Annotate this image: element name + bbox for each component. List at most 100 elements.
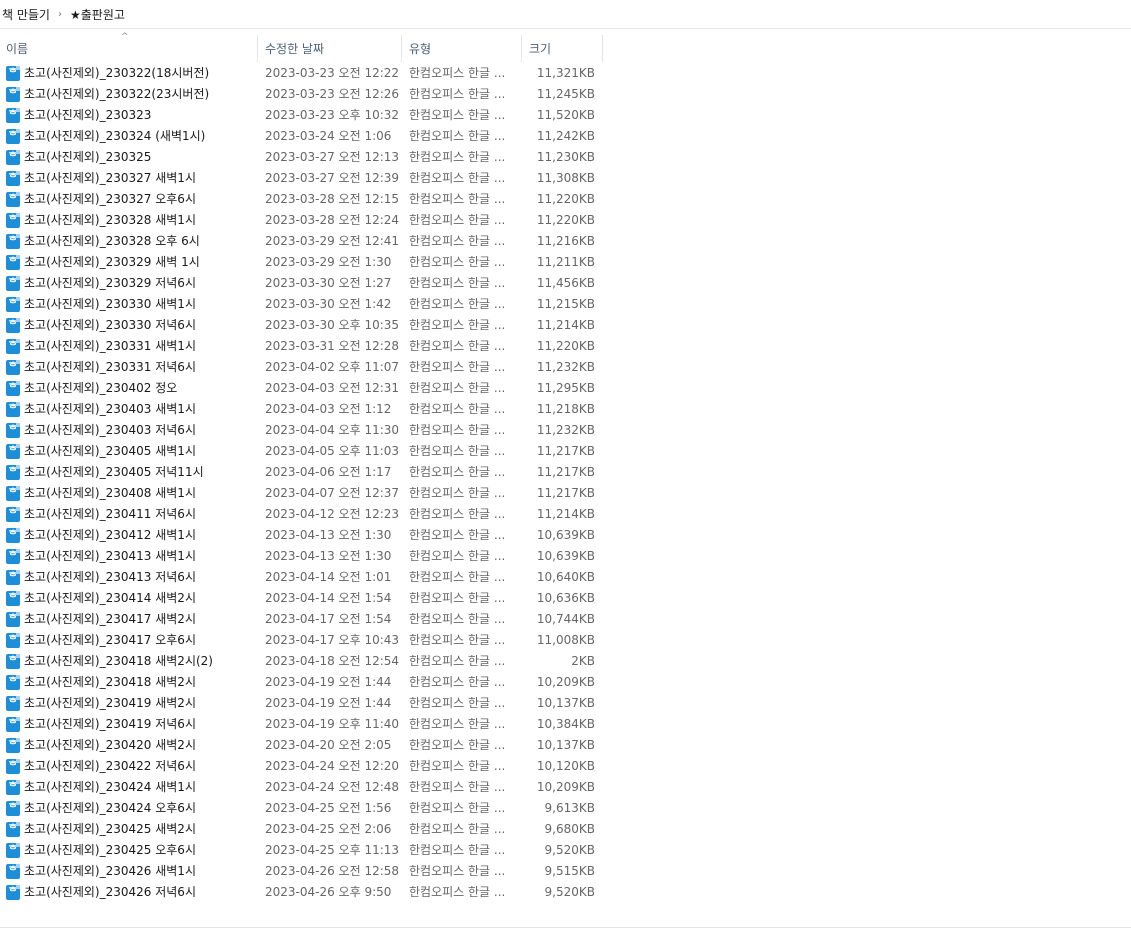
file-size: 11,217KB (536, 444, 595, 458)
file-row[interactable]: ᄒ 초고(사진제외)_230402 정오 2023-04-03 오전 12:31 한컴… (0, 378, 603, 399)
file-name: 초고(사진제외)_230329 저녁6시 (24, 276, 196, 290)
file-type: 한컴오피스 한글 ... (409, 486, 506, 500)
file-row[interactable]: ᄒ 초고(사진제외)_230425 새벽2시 2023-04-25 오전 2:06 한… (0, 819, 603, 840)
file-size: 11,214KB (536, 507, 595, 521)
file-row[interactable]: ᄒ 초고(사진제외)_230331 새벽1시 2023-03-31 오전 12:28… (0, 336, 603, 357)
file-name: 초고(사진제외)_230402 정오 (24, 381, 178, 395)
file-date: 2023-03-27 오전 12:39 (265, 171, 400, 185)
file-row[interactable]: ᄒ 초고(사진제외)_230328 오후 6시 2023-03-29 오전 12:4… (0, 231, 603, 252)
file-size: 9,515KB (544, 864, 595, 878)
hwp-document-icon: ᄒ (6, 213, 20, 228)
file-row[interactable]: ᄒ 초고(사진제외)_230403 새벽1시 2023-04-03 오전 1:12 한… (0, 399, 603, 420)
file-size: 11,242KB (536, 129, 595, 143)
file-row[interactable]: ᄒ 초고(사진제외)_230322(23시버전) 2023-03-23 오전 12:… (0, 84, 603, 105)
hwp-document-icon: ᄒ (6, 444, 20, 459)
file-row[interactable]: ᄒ 초고(사진제외)_230405 저녁11시 2023-04-06 오전 1:17… (0, 462, 603, 483)
hwp-document-icon: ᄒ (6, 402, 20, 417)
hwp-document-icon: ᄒ (6, 360, 20, 375)
file-date: 2023-04-02 오후 11:07 (265, 360, 400, 374)
file-row[interactable]: ᄒ 초고(사진제외)_230324 (새벽1시) 2023-03-24 오전 1:0… (0, 126, 603, 147)
file-name: 초고(사진제외)_230403 새벽1시 (24, 402, 196, 416)
file-row[interactable]: ᄒ 초고(사진제외)_230325 2023-03-27 오전 12:13 한컴오피스… (0, 147, 603, 168)
file-size: 10,744KB (536, 612, 595, 626)
file-size: 10,636KB (536, 591, 595, 605)
file-date: 2023-04-05 오후 11:03 (265, 444, 400, 458)
hwp-document-icon: ᄒ (6, 591, 20, 606)
file-row[interactable]: ᄒ 초고(사진제외)_230425 오후6시 2023-04-25 오후 11:13… (0, 840, 603, 861)
file-name: 초고(사진제외)_230418 새벽2시(2) (24, 654, 213, 668)
file-row[interactable]: ᄒ 초고(사진제외)_230426 새벽1시 2023-04-26 오전 12:58… (0, 861, 603, 882)
file-size: 11,220KB (536, 213, 595, 227)
breadcrumb-item-book[interactable]: 책 만들기 (0, 6, 52, 23)
file-row[interactable]: ᄒ 초고(사진제외)_230422 저녁6시 2023-04-24 오전 12:20… (0, 756, 603, 777)
file-row[interactable]: ᄒ 초고(사진제외)_230330 저녁6시 2023-03-30 오후 10:35… (0, 315, 603, 336)
file-row[interactable]: ᄒ 초고(사진제외)_230413 저녁6시 2023-04-14 오전 1:01 한… (0, 567, 603, 588)
file-row[interactable]: ᄒ 초고(사진제외)_230330 새벽1시 2023-03-30 오전 1:42 한… (0, 294, 603, 315)
file-row[interactable]: ᄒ 초고(사진제외)_230424 새벽1시 2023-04-24 오전 12:48… (0, 777, 603, 798)
file-row[interactable]: ᄒ 초고(사진제외)_230426 저녁6시 2023-04-26 오후 9:50 한… (0, 882, 603, 903)
file-date: 2023-04-17 오후 10:43 (265, 633, 400, 647)
file-row[interactable]: ᄒ 초고(사진제외)_230411 저녁6시 2023-04-12 오전 12:23… (0, 504, 603, 525)
file-size: 11,008KB (536, 633, 595, 647)
file-name: 초고(사진제외)_230414 새벽2시 (24, 591, 196, 605)
file-row[interactable]: ᄒ 초고(사진제외)_230328 새벽1시 2023-03-28 오전 12:24… (0, 210, 603, 231)
hwp-document-icon: ᄒ (6, 885, 20, 900)
file-row[interactable]: ᄒ 초고(사진제외)_230413 새벽1시 2023-04-13 오전 1:30 한… (0, 546, 603, 567)
breadcrumb-item-manuscript[interactable]: ★출판원고 (68, 6, 127, 23)
file-size: 11,218KB (536, 402, 595, 416)
file-row[interactable]: ᄒ 초고(사진제외)_230419 저녁6시 2023-04-19 오후 11:40… (0, 714, 603, 735)
file-date: 2023-03-30 오전 1:42 (265, 297, 392, 311)
chevron-right-icon[interactable]: › (58, 9, 62, 20)
hwp-document-icon: ᄒ (6, 738, 20, 753)
file-row[interactable]: ᄒ 초고(사진제외)_230418 새벽2시 2023-04-19 오전 1:44 한… (0, 672, 603, 693)
column-header-date[interactable]: 수정한 날짜 (259, 35, 402, 62)
file-size: 9,613KB (544, 801, 595, 815)
file-type: 한컴오피스 한글 ... (409, 276, 506, 290)
file-row[interactable]: ᄒ 초고(사진제외)_230418 새벽2시(2) 2023-04-18 오전 12… (0, 651, 603, 672)
file-type: 한컴오피스 한글 ... (409, 318, 506, 332)
file-name: 초고(사진제외)_230411 저녁6시 (24, 507, 196, 521)
file-row[interactable]: ᄒ 초고(사진제외)_230417 오후6시 2023-04-17 오후 10:43… (0, 630, 603, 651)
file-date: 2023-04-19 오전 1:44 (265, 675, 392, 689)
file-name: 초고(사진제외)_230424 오후6시 (24, 801, 196, 815)
file-name: 초고(사진제외)_230322(23시버전) (24, 87, 210, 101)
hwp-document-icon: ᄒ (6, 171, 20, 186)
hwp-document-icon: ᄒ (6, 759, 20, 774)
file-name: 초고(사진제외)_230425 오후6시 (24, 843, 196, 857)
file-row[interactable]: ᄒ 초고(사진제외)_230419 새벽2시 2023-04-19 오전 1:44 한… (0, 693, 603, 714)
file-row[interactable]: ᄒ 초고(사진제외)_230405 새벽1시 2023-04-05 오후 11:03… (0, 441, 603, 462)
file-name: 초고(사진제외)_230327 새벽1시 (24, 171, 196, 185)
file-row[interactable]: ᄒ 초고(사진제외)_230327 새벽1시 2023-03-27 오전 12:39… (0, 168, 603, 189)
file-row[interactable]: ᄒ 초고(사진제외)_230331 저녁6시 2023-04-02 오후 11:07… (0, 357, 603, 378)
file-date: 2023-03-29 오전 12:41 (265, 234, 400, 248)
column-header-row: 이름 ^ 수정한 날짜 유형 크기 (0, 32, 603, 62)
column-header-type[interactable]: 유형 (403, 35, 522, 62)
column-header-size[interactable]: 크기 (523, 35, 603, 62)
hwp-document-icon: ᄒ (6, 381, 20, 396)
column-header-type-label: 유형 (409, 42, 432, 56)
file-row[interactable]: ᄒ 초고(사진제외)_230417 새벽2시 2023-04-17 오전 1:54 한… (0, 609, 603, 630)
file-size: 11,216KB (536, 234, 595, 248)
file-row[interactable]: ᄒ 초고(사진제외)_230412 새벽1시 2023-04-13 오전 1:30 한… (0, 525, 603, 546)
file-row[interactable]: ᄒ 초고(사진제외)_230322(18시버전) 2023-03-23 오전 12:… (0, 63, 603, 84)
file-type: 한컴오피스 한글 ... (409, 192, 506, 206)
hwp-document-icon: ᄒ (6, 675, 20, 690)
column-header-name[interactable]: 이름 ^ (0, 32, 258, 62)
file-size: 11,245KB (536, 87, 595, 101)
file-date: 2023-04-12 오전 12:23 (265, 507, 400, 521)
file-date: 2023-04-14 오전 1:54 (265, 591, 392, 605)
file-row[interactable]: ᄒ 초고(사진제외)_230323 2023-03-23 오후 10:32 한컴오피스… (0, 105, 603, 126)
file-row[interactable]: ᄒ 초고(사진제외)_230329 저녁6시 2023-03-30 오전 1:27 한… (0, 273, 603, 294)
file-size: 11,211KB (536, 255, 595, 269)
file-row[interactable]: ᄒ 초고(사진제외)_230327 오후6시 2023-03-28 오전 12:15… (0, 189, 603, 210)
file-row[interactable]: ᄒ 초고(사진제외)_230403 저녁6시 2023-04-04 오후 11:30… (0, 420, 603, 441)
file-row[interactable]: ᄒ 초고(사진제외)_230329 새벽 1시 2023-03-29 오전 1:30… (0, 252, 603, 273)
file-size: 10,209KB (536, 780, 595, 794)
file-date: 2023-03-31 오전 12:28 (265, 339, 400, 353)
file-date: 2023-04-07 오전 12:37 (265, 486, 400, 500)
file-row[interactable]: ᄒ 초고(사진제외)_230420 새벽2시 2023-04-20 오전 2:05 한… (0, 735, 603, 756)
file-row[interactable]: ᄒ 초고(사진제외)_230414 새벽2시 2023-04-14 오전 1:54 한… (0, 588, 603, 609)
file-type: 한컴오피스 한글 ... (409, 696, 506, 710)
file-row[interactable]: ᄒ 초고(사진제외)_230408 새벽1시 2023-04-07 오전 12:37… (0, 483, 603, 504)
file-row[interactable]: ᄒ 초고(사진제외)_230424 오후6시 2023-04-25 오전 1:56 한… (0, 798, 603, 819)
